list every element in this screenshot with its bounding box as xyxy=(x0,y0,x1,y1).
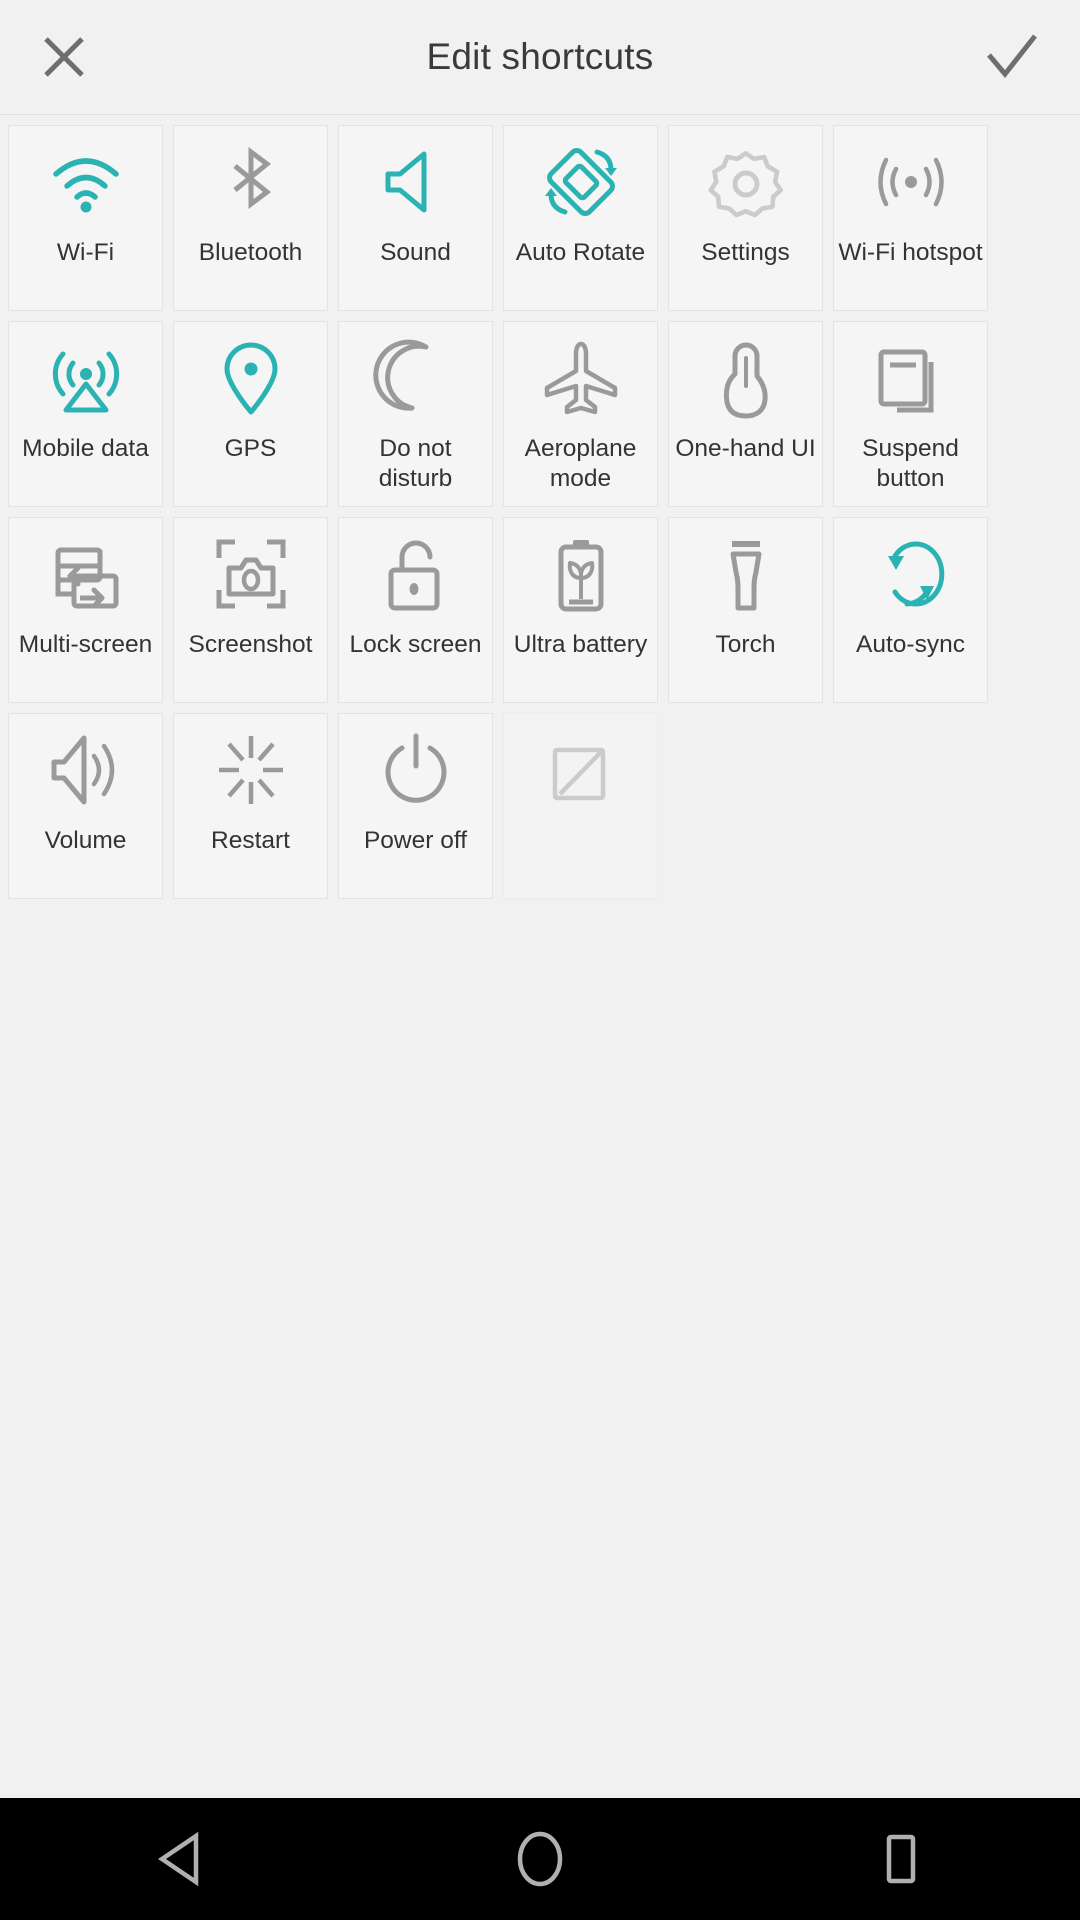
padlock-open-icon xyxy=(339,518,492,630)
shortcuts-grid: Wi-Fi Bluetooth Sound Auto Rotate Settin… xyxy=(0,115,1080,909)
suspend-window-icon xyxy=(834,322,987,434)
volume-icon xyxy=(9,714,162,826)
shortcut-tile-restart[interactable]: Restart xyxy=(173,713,328,899)
shortcut-tile-placeholder[interactable] xyxy=(503,713,658,899)
bluetooth-icon xyxy=(174,126,327,238)
check-icon xyxy=(987,34,1037,78)
shortcut-label: Do not disturb xyxy=(378,435,453,492)
shortcut-tile-screenshot[interactable]: Screenshot xyxy=(173,517,328,703)
shortcut-label: Volume xyxy=(44,827,127,854)
hand-icon xyxy=(669,322,822,434)
shortcut-tile-one-hand-ui[interactable]: One-hand UI xyxy=(668,321,823,507)
shortcut-label xyxy=(504,826,657,898)
torch-icon xyxy=(669,518,822,630)
shortcut-label: Aeroplane mode xyxy=(524,435,637,492)
shortcut-label: Mobile data xyxy=(22,435,149,462)
shortcut-label: Lock screen xyxy=(349,631,482,658)
shortcut-tile-multi-screen[interactable]: Multi-screen xyxy=(8,517,163,703)
nav-home-button[interactable] xyxy=(465,1798,615,1920)
shortcut-tile-do-not-disturb[interactable]: Do not disturb xyxy=(338,321,493,507)
shortcut-label: GPS xyxy=(224,435,277,462)
shortcut-label: Bluetooth xyxy=(198,239,303,266)
shortcut-tile-ultra-battery[interactable]: Ultra battery xyxy=(503,517,658,703)
camera-frame-icon xyxy=(174,518,327,630)
shortcut-label: Multi-screen xyxy=(18,631,153,658)
shortcut-tile-volume[interactable]: Volume xyxy=(8,713,163,899)
shortcut-label: Auto-sync xyxy=(856,631,965,658)
confirm-button[interactable] xyxy=(980,25,1044,89)
shortcut-tile-wi-fi[interactable]: Wi-Fi xyxy=(8,125,163,311)
shortcut-label: Power off xyxy=(363,827,468,854)
shortcut-label: Screenshot xyxy=(188,631,313,658)
restart-burst-icon xyxy=(174,714,327,826)
shortcut-tile-sound[interactable]: Sound xyxy=(338,125,493,311)
shortcut-tile-mobile-data[interactable]: Mobile data xyxy=(8,321,163,507)
page-title: Edit shortcuts xyxy=(426,36,654,77)
shortcut-tile-wi-fi-hotspot[interactable]: Wi-Fi hotspot xyxy=(833,125,988,311)
shortcut-label: Ultra battery xyxy=(513,631,648,658)
back-icon xyxy=(157,1831,199,1887)
app-header: Edit shortcuts xyxy=(0,0,1080,115)
system-navigation-bar xyxy=(0,1798,1080,1920)
moon-icon xyxy=(339,322,492,434)
shortcut-tile-aeroplane-mode[interactable]: Aeroplane mode xyxy=(503,321,658,507)
mobile-data-icon xyxy=(9,322,162,434)
power-icon xyxy=(339,714,492,826)
sound-icon xyxy=(339,126,492,238)
shortcut-label: Torch xyxy=(715,631,776,658)
shortcut-tile-suspend-button[interactable]: Suspend button xyxy=(833,321,988,507)
close-icon xyxy=(44,37,84,77)
shortcut-label: Restart xyxy=(211,827,290,854)
gear-icon xyxy=(669,126,822,238)
sync-icon xyxy=(834,518,987,630)
hotspot-icon xyxy=(834,126,987,238)
close-button[interactable] xyxy=(32,25,96,89)
shortcut-tile-auto-rotate[interactable]: Auto Rotate xyxy=(503,125,658,311)
shortcut-tile-power-off[interactable]: Power off xyxy=(338,713,493,899)
placeholder-icon xyxy=(504,714,657,826)
shortcut-tile-auto-sync[interactable]: Auto-sync xyxy=(833,517,988,703)
shortcut-tile-torch[interactable]: Torch xyxy=(668,517,823,703)
shortcut-tile-bluetooth[interactable]: Bluetooth xyxy=(173,125,328,311)
shortcut-label: Settings xyxy=(701,239,790,266)
edit-shortcuts-screen: Edit shortcuts Wi-Fi Bluetooth Sound Aut… xyxy=(0,0,1080,1920)
auto-rotate-icon xyxy=(504,126,657,238)
wifi-icon xyxy=(9,126,162,238)
shortcut-label: Wi-Fi xyxy=(56,239,115,266)
shortcut-label: Suspend button xyxy=(862,435,959,492)
shortcut-label: Sound xyxy=(380,239,451,266)
nav-back-button[interactable] xyxy=(105,1798,255,1920)
shortcut-tile-lock-screen[interactable]: Lock screen xyxy=(338,517,493,703)
battery-plant-icon xyxy=(504,518,657,630)
shortcut-tile-settings[interactable]: Settings xyxy=(668,125,823,311)
nav-recents-button[interactable] xyxy=(825,1798,975,1920)
multi-screen-icon xyxy=(9,518,162,630)
aeroplane-icon xyxy=(504,322,657,434)
shortcut-label: Auto Rotate xyxy=(515,239,646,266)
home-icon xyxy=(517,1831,563,1887)
shortcut-label: Wi-Fi hotspot xyxy=(838,239,983,266)
location-pin-icon xyxy=(174,322,327,434)
recents-icon xyxy=(886,1834,916,1884)
shortcut-tile-gps[interactable]: GPS xyxy=(173,321,328,507)
shortcut-label: One-hand UI xyxy=(675,435,816,462)
